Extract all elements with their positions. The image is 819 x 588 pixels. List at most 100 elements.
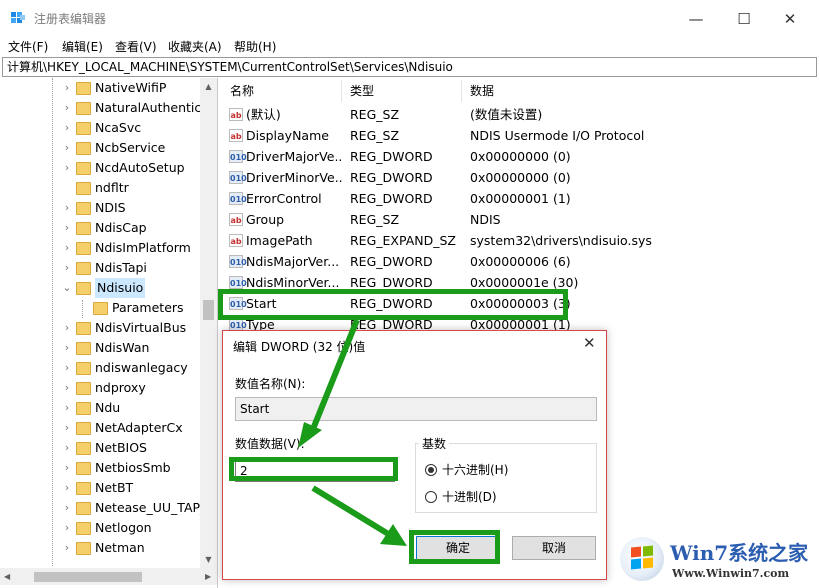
maximize-button[interactable]: ☐ bbox=[721, 6, 767, 32]
chevron-right-icon[interactable]: › bbox=[62, 438, 72, 458]
scroll-thumb[interactable] bbox=[203, 300, 214, 320]
tree-item[interactable]: › NetAdapterCx bbox=[0, 418, 200, 438]
chevron-right-icon[interactable]: › bbox=[62, 478, 72, 498]
tree-item-label[interactable]: Netlogon bbox=[95, 518, 152, 538]
tree-item-label[interactable]: Ndisuio bbox=[95, 278, 146, 298]
radio-selected-icon[interactable] bbox=[425, 464, 437, 476]
tree-item-label[interactable]: NDIS bbox=[95, 198, 126, 218]
tree-item-label[interactable]: Parameters bbox=[112, 298, 184, 318]
value-row[interactable]: 010 NdisMajorVer... REG_DWORD 0x00000006 (6… bbox=[222, 251, 819, 272]
chevron-right-icon[interactable]: › bbox=[62, 158, 72, 178]
chevron-right-icon[interactable]: › bbox=[62, 218, 72, 238]
chevron-right-icon[interactable]: › bbox=[62, 338, 72, 358]
tree-item[interactable]: › NetBIOS bbox=[0, 438, 200, 458]
tree-item-label[interactable]: NativeWifiP bbox=[95, 78, 166, 98]
chevron-right-icon[interactable]: › bbox=[62, 538, 72, 558]
address-bar[interactable]: 计算机\HKEY_LOCAL_MACHINE\SYSTEM\CurrentCon… bbox=[2, 57, 817, 77]
tree-item[interactable]: › NaturalAuthentica bbox=[0, 98, 209, 118]
chevron-right-icon[interactable]: › bbox=[62, 238, 72, 258]
dialog-close-icon[interactable]: ✕ bbox=[583, 334, 596, 352]
tree-item-label[interactable]: ndfltr bbox=[95, 178, 129, 198]
column-type[interactable]: 类型 bbox=[342, 80, 462, 102]
tree-item[interactable]: › NativeWifiP bbox=[0, 78, 200, 98]
tree-item-label[interactable]: Netease_UU_TAP_ bbox=[95, 498, 206, 518]
tree-item[interactable]: › ndproxy bbox=[0, 378, 200, 398]
menu-help[interactable]: 帮助(H) bbox=[234, 38, 276, 55]
chevron-right-icon[interactable]: › bbox=[62, 98, 72, 118]
tree-item[interactable]: › Netman bbox=[0, 538, 200, 558]
minimize-button[interactable]: — bbox=[673, 6, 719, 32]
close-button[interactable]: ✕ bbox=[767, 6, 813, 32]
menu-file[interactable]: 文件(F) bbox=[8, 38, 48, 55]
value-row[interactable]: 010 DriverMajorVe... REG_DWORD 0x00000000 (… bbox=[222, 146, 819, 167]
value-row[interactable]: 010 DriverMinorVe... REG_DWORD 0x00000000 (… bbox=[222, 167, 819, 188]
tree-item[interactable]: › NdisVirtualBus bbox=[0, 318, 200, 338]
scroll-thumb-horizontal[interactable] bbox=[34, 572, 142, 582]
column-name[interactable]: 名称 bbox=[222, 80, 342, 102]
chevron-right-icon[interactable]: › bbox=[62, 498, 72, 518]
chevron-right-icon[interactable]: › bbox=[62, 518, 72, 538]
menu-view[interactable]: 查看(V) bbox=[115, 38, 157, 55]
tree-item[interactable]: › Ndu bbox=[0, 398, 200, 418]
tree-item-label[interactable]: Ndu bbox=[95, 398, 120, 418]
tree-item-label[interactable]: Netman bbox=[95, 538, 145, 558]
tree-item-label[interactable]: NdisWan bbox=[95, 338, 149, 358]
tree-item[interactable]: › Netease_UU_TAP_ bbox=[0, 498, 206, 518]
value-row[interactable]: ab ImagePath REG_EXPAND_SZ system32\drivers… bbox=[222, 230, 819, 251]
tree-item-label[interactable]: NetAdapterCx bbox=[95, 418, 183, 438]
menu-edit[interactable]: 编辑(E) bbox=[62, 38, 103, 55]
value-row[interactable]: 010 ErrorControl REG_DWORD 0x00000001 (1) bbox=[222, 188, 819, 209]
value-row[interactable]: ab DisplayName REG_SZ NDIS Usermode I/O Pro… bbox=[222, 125, 819, 146]
cancel-button[interactable]: 取消 bbox=[512, 536, 596, 560]
chevron-right-icon[interactable]: › bbox=[62, 118, 72, 138]
tree-item[interactable]: › NdisWan bbox=[0, 338, 200, 358]
chevron-right-icon[interactable]: › bbox=[62, 358, 72, 378]
tree-item[interactable]: › NdisImPlatform bbox=[0, 238, 200, 258]
scroll-up-icon[interactable]: ▲ bbox=[200, 78, 217, 95]
tree-horizontal-scrollbar[interactable]: ◀ ▶ bbox=[0, 568, 217, 585]
tree-item-label[interactable]: NcdAutoSetup bbox=[95, 158, 185, 178]
tree-item[interactable]: › NetbiosSmb bbox=[0, 458, 200, 478]
radio-hex-label[interactable]: 十六进制(H) bbox=[442, 461, 508, 479]
tree-item[interactable]: Parameters bbox=[0, 298, 200, 318]
tree-item-label[interactable]: NaturalAuthentica bbox=[95, 98, 209, 118]
radio-dec-label[interactable]: 十进制(D) bbox=[442, 488, 497, 506]
scroll-left-icon[interactable]: ◀ bbox=[4, 568, 10, 585]
tree-item[interactable]: ndfltr bbox=[0, 178, 200, 198]
tree-item-label[interactable]: NetbiosSmb bbox=[95, 458, 171, 478]
tree-item-label[interactable]: ndiswanlegacy bbox=[95, 358, 188, 378]
chevron-right-icon[interactable]: › bbox=[62, 458, 72, 478]
value-row[interactable]: ab (默认) REG_SZ (数值未设置) bbox=[222, 104, 819, 125]
tree-item[interactable]: › ndiswanlegacy bbox=[0, 358, 200, 378]
tree-item-label[interactable]: NdisImPlatform bbox=[95, 238, 191, 258]
tree-item-label[interactable]: NetBIOS bbox=[95, 438, 147, 458]
chevron-right-icon[interactable]: › bbox=[62, 398, 72, 418]
tree-item-label[interactable]: NcbService bbox=[95, 138, 165, 158]
tree-item-label[interactable]: NdisCap bbox=[95, 218, 147, 238]
tree-item-label[interactable]: NcaSvc bbox=[95, 118, 141, 138]
tree-item[interactable]: ⌄ Ndisuio bbox=[0, 278, 200, 298]
chevron-right-icon[interactable]: › bbox=[62, 78, 72, 98]
chevron-right-icon[interactable]: › bbox=[62, 378, 72, 398]
chevron-right-icon[interactable]: › bbox=[62, 198, 72, 218]
tree-item-label[interactable]: NdisVirtualBus bbox=[95, 318, 186, 338]
tree-vertical-scrollbar[interactable]: ▲ ▼ bbox=[200, 78, 217, 568]
chevron-right-icon[interactable]: › bbox=[62, 418, 72, 438]
chevron-down-icon[interactable]: ⌄ bbox=[62, 278, 72, 298]
chevron-right-icon[interactable]: › bbox=[62, 138, 72, 158]
chevron-right-icon[interactable]: › bbox=[62, 318, 72, 338]
tree-item[interactable]: › NdisTapi bbox=[0, 258, 200, 278]
column-data[interactable]: 数据 bbox=[462, 80, 762, 102]
scroll-down-icon[interactable]: ▼ bbox=[200, 551, 217, 568]
chevron-right-icon[interactable]: › bbox=[62, 258, 72, 278]
tree-item[interactable]: › NcaSvc bbox=[0, 118, 200, 138]
tree-item[interactable]: › Netlogon bbox=[0, 518, 200, 538]
tree-item-label[interactable]: NetBT bbox=[95, 478, 133, 498]
tree-item[interactable]: › NDIS bbox=[0, 198, 200, 218]
tree-item[interactable]: › NcdAutoSetup bbox=[0, 158, 200, 178]
menu-favorites[interactable]: 收藏夹(A) bbox=[168, 38, 222, 55]
tree-item[interactable]: › NetBT bbox=[0, 478, 200, 498]
radio-unselected-icon[interactable] bbox=[425, 491, 437, 503]
value-row[interactable]: ab Group REG_SZ NDIS bbox=[222, 209, 819, 230]
scroll-right-icon[interactable]: ▶ bbox=[205, 568, 211, 585]
